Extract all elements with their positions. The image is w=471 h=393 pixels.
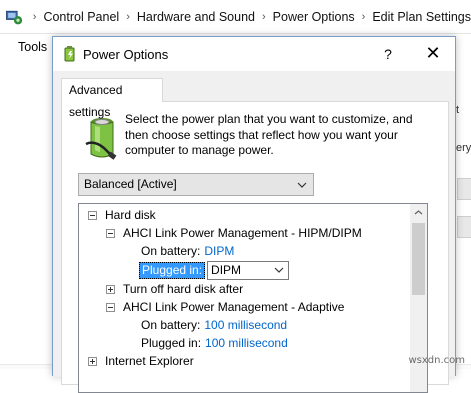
tab-advanced-settings[interactable]: Advanced settings: [61, 78, 163, 119]
adaptive-plugged-value-link[interactable]: 100 millisecond: [205, 334, 288, 352]
background-button: [457, 216, 471, 238]
breadcrumb-separator-icon: ›: [126, 10, 130, 23]
tree-item-label: Internet Explorer: [105, 354, 194, 368]
collapse-icon[interactable]: [88, 210, 97, 220]
on-battery-value-link[interactable]: DIPM: [204, 242, 234, 260]
tree-item-label: AHCI Link Power Management - Adaptive: [123, 300, 345, 314]
intro-description: Select the power plan that you want to c…: [125, 112, 413, 157]
background-text-fragment: t: [456, 104, 460, 116]
tree-item-adaptive-on-battery[interactable]: On battery: 100 millisecond: [141, 316, 287, 334]
tree-item-label: Turn off hard disk after: [123, 282, 244, 296]
watermark-text: wsxdn.com: [408, 355, 465, 366]
menu-tools[interactable]: Tools: [18, 40, 47, 54]
breadcrumb-power-options[interactable]: Power Options: [273, 10, 355, 24]
power-plan-value: Balanced [Active]: [84, 177, 177, 191]
collapse-icon[interactable]: [106, 302, 115, 312]
tree-item-adaptive[interactable]: AHCI Link Power Management - Adaptive: [106, 298, 344, 316]
breadcrumb-separator-icon: ›: [262, 10, 266, 23]
breadcrumb-separator-icon: ›: [32, 10, 37, 23]
advanced-settings-page: Select the power plan that you want to c…: [61, 101, 449, 393]
tree-item-hard-disk[interactable]: Hard disk: [88, 206, 156, 224]
scroll-thumb[interactable]: [412, 223, 425, 295]
settings-tree[interactable]: Hard disk AHCI Link Power Management - H…: [78, 203, 428, 393]
chevron-down-icon: [295, 174, 309, 195]
power-options-icon: [64, 46, 75, 62]
power-plan-select[interactable]: Balanced [Active]: [78, 173, 314, 196]
breadcrumb-control-panel[interactable]: Control Panel: [43, 10, 119, 24]
breadcrumb-hardware-and-sound[interactable]: Hardware and Sound: [137, 10, 255, 24]
tree-item-adaptive-plugged-in[interactable]: Plugged in: 100 millisecond: [141, 334, 288, 352]
breadcrumb-separator-icon: ›: [361, 10, 366, 23]
control-panel-icon: [6, 10, 23, 24]
breadcrumb-edit-plan-settings[interactable]: Edit Plan Settings: [372, 10, 471, 24]
tree-item-on-battery[interactable]: On battery: DIPM: [141, 242, 234, 260]
setting-label: On battery:: [141, 318, 201, 332]
background-button: [457, 178, 471, 200]
address-bar[interactable]: › Control Panel › Hardware and Sound › P…: [0, 0, 471, 34]
tree-item-turn-off-hard-disk[interactable]: Turn off hard disk after: [106, 280, 243, 298]
plugged-in-dropdown[interactable]: DIPM: [207, 260, 290, 280]
chevron-down-icon: [272, 262, 286, 279]
tree-item-plugged-in[interactable]: Plugged in: DIPM: [139, 260, 290, 280]
close-button[interactable]: ✕: [411, 41, 455, 67]
plugged-in-value: DIPM: [211, 262, 242, 277]
tree-item-label: Hard disk: [105, 208, 156, 222]
setting-label: On battery:: [141, 244, 201, 258]
setting-label: Plugged in:: [141, 336, 202, 350]
help-button[interactable]: ?: [365, 43, 411, 67]
expand-icon[interactable]: [106, 284, 115, 294]
adaptive-battery-value-link[interactable]: 100 millisecond: [204, 316, 287, 334]
scroll-up-button[interactable]: [410, 204, 427, 221]
expand-icon[interactable]: [88, 356, 97, 366]
tree-item-label: AHCI Link Power Management - HIPM/DIPM: [123, 226, 362, 240]
collapse-icon[interactable]: [106, 228, 115, 238]
background-text-fragment: ery: [456, 142, 471, 154]
power-options-dialog: Power Options ? ✕ Advanced settings Sele…: [52, 36, 456, 393]
tree-item-hipm-dipm[interactable]: AHCI Link Power Management - HIPM/DIPM: [106, 224, 362, 242]
dialog-body: Advanced settings Select the power plan …: [53, 71, 455, 393]
plugged-in-label-selected: Plugged in:: [139, 261, 206, 279]
dialog-title: Power Options: [83, 47, 169, 62]
chevron-up-icon: [414, 210, 423, 215]
tree-item-internet-explorer[interactable]: Internet Explorer: [88, 352, 194, 370]
dialog-titlebar[interactable]: Power Options ? ✕: [53, 37, 455, 71]
